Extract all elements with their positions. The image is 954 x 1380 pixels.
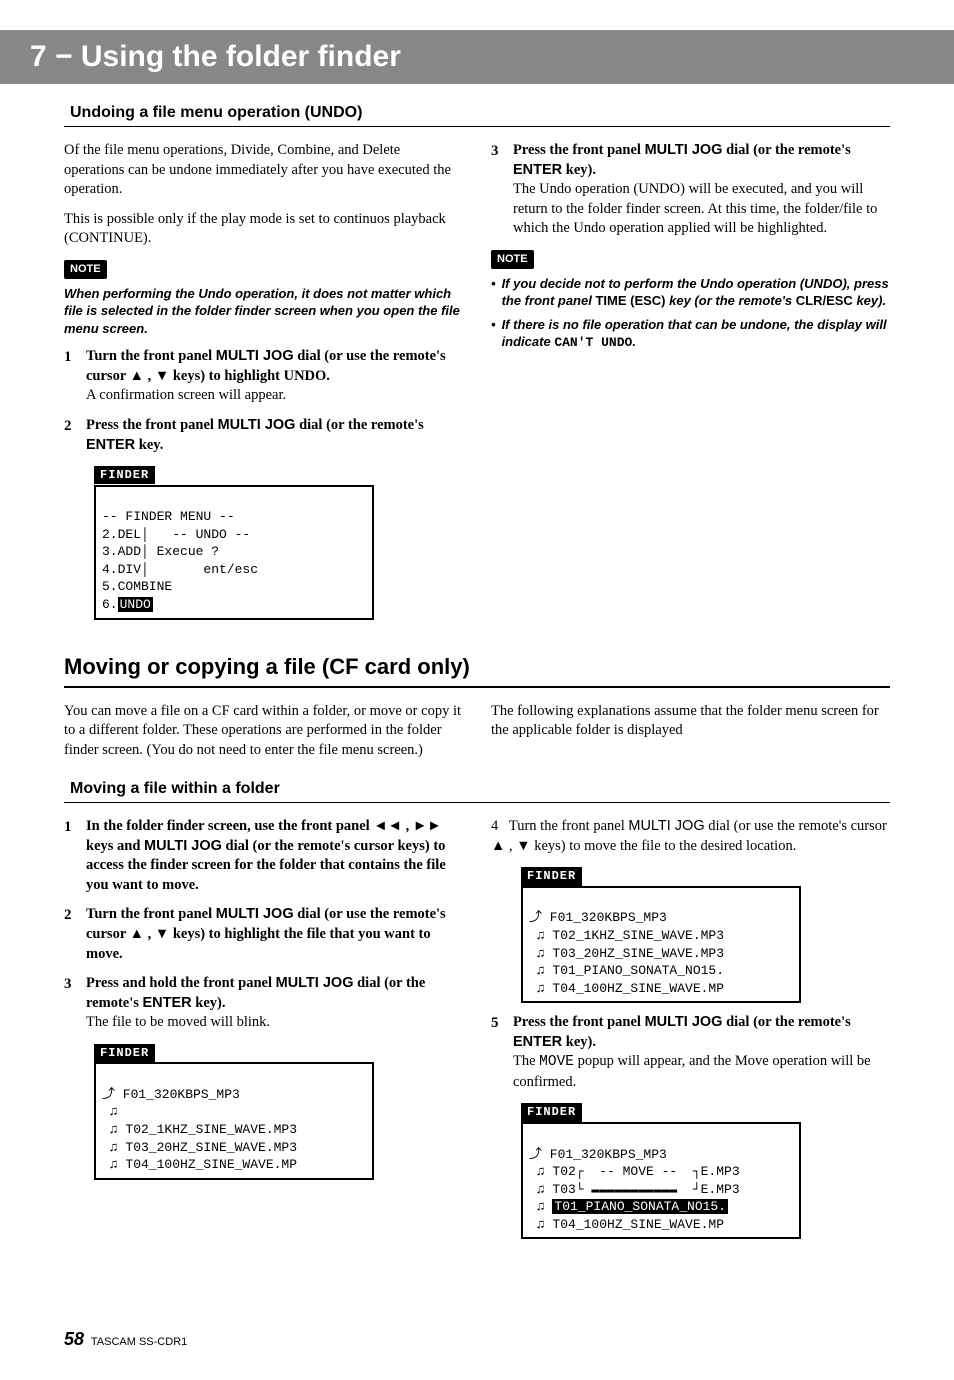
multi-jog-label: MULTI JOG [645,142,723,158]
step-text: Turn the front panel [86,348,216,364]
enter-key-label: ENTER [513,162,562,178]
lcd-screenshot-move-2: FINDER ⤴ F01_320KBPS_MP3 ♫ T02_1KHZ_SINE… [521,866,801,1003]
undo-step-1: 1 Turn the front panel MULTI JOG dial (o… [64,347,463,406]
time-esc-label: TIME (ESC) [595,293,665,308]
lcd-selected: UNDO [118,597,153,612]
page-number: 58 [64,1329,84,1349]
move-step-1: 1 In the folder finder screen, use the f… [64,817,463,895]
step-plain: The file to be moved will blink. [86,1013,463,1033]
lcd-line: 5.COMBINE [102,579,172,594]
move-step-2: 2 Turn the front panel MULTI JOG dial (o… [64,905,463,964]
bullet-text: key). [853,293,886,308]
note-bullet-2: If there is no file operation that can b… [491,316,890,352]
lcd-line: ♫ [102,1104,118,1119]
multi-jog-label: MULTI JOG [645,1014,723,1030]
move-intro-left: You can move a file on a CF card within … [64,702,463,761]
bullet-text: . [632,334,636,349]
step-text: Press the front panel [513,142,645,158]
lcd-line: 3.ADD│ Execue ? [102,544,219,559]
undo-step-2: 2 Press the front panel MULTI JOG dial (… [64,416,463,455]
lcd-line: ⤴ F01_320KBPS_MP3 [529,910,667,925]
step-number: 2 [64,416,86,455]
chapter-header: 7 − Using the folder finder [0,30,954,84]
lcd-line: ♫ T01_PIANO_SONATA_NO15. [529,963,724,978]
step-text: dial (or the remote's [295,417,423,433]
undo-heading: Undoing a file menu operation (UNDO) [64,104,890,127]
page-footer: 58 TASCAM SS-CDR1 [64,1329,187,1350]
multi-jog-label: MULTI JOG [216,348,294,364]
move-step-3: 3 Press and hold the front panel MULTI J… [64,974,463,1033]
move-heading: Moving or copying a file (CF card only) [64,654,890,688]
enter-key-label: ENTER [513,1034,562,1050]
step-number-inline: 4 [491,818,498,834]
lcd-line: ♫ T02_1KHZ_SINE_WAVE.MP3 [102,1122,297,1137]
step-number: 1 [64,347,86,406]
enter-key-label: ENTER [143,995,192,1011]
lcd-selected: T01_PIANO_SONATA_NO15. [552,1199,728,1214]
note-bullet-1: If you decide not to perform the Undo op… [491,275,890,310]
move-label: MOVE [539,1054,574,1070]
step-number: 5 [491,1013,513,1092]
lcd-line: ♫ T03└ ▬▬▬▬▬▬▬▬▬▬▬ ┘E.MP3 [529,1182,740,1197]
move-sub-heading: Moving a file within a folder [64,780,890,803]
lcd-line: ♫ T03_20HZ_SINE_WAVE.MP3 [529,946,724,961]
multi-jog-label: MULTI JOG [144,838,222,854]
footer-product: TASCAM SS-CDR1 [91,1336,187,1348]
step-text: Turn the front panel [509,818,628,834]
step-text: Turn the front panel [86,906,216,922]
lcd-title: FINDER [94,466,155,484]
lcd-screenshot-undo: FINDER -- FINDER MENU -- 2.DEL│ -- UNDO … [94,465,374,619]
step-number: 2 [64,905,86,964]
note-badge: NOTE [64,260,107,279]
lcd-line: ♫ T02_1KHZ_SINE_WAVE.MP3 [529,928,724,943]
step-number: 3 [491,141,513,239]
lcd-line: ♫ [529,1199,552,1214]
undo-intro-1: Of the file menu operations, Divide, Com… [64,141,463,200]
step-text: key). [192,995,226,1011]
step-text: key. [135,437,163,453]
lcd-screenshot-move-1: FINDER ⤴ F01_320KBPS_MP3 ♫ ♫ T02_1KHZ_SI… [94,1043,374,1180]
lcd-line: ♫ T02┌ -- MOVE -- ┐E.MP3 [529,1164,740,1179]
note-badge: NOTE [491,250,534,269]
lcd-title: FINDER [94,1044,155,1062]
step-text: Press the front panel [513,1014,645,1030]
move-intro-right: The following explanations assume that t… [491,702,890,741]
step-text: dial (or the remote's [722,1014,850,1030]
multi-jog-label: MULTI JOG [218,417,296,433]
step-plain: A confirmation screen will appear. [86,386,463,406]
undo-step-3: 3 Press the front panel MULTI JOG dial (… [491,141,890,239]
lcd-line: ♫ T03_20HZ_SINE_WAVE.MP3 [102,1140,297,1155]
move-step-5: 5 Press the front panel MULTI JOG dial (… [491,1013,890,1092]
lcd-title: FINDER [521,867,582,885]
lcd-title: FINDER [521,1103,582,1121]
step-number: 3 [64,974,86,1033]
bullet-text: key (or the remote's [666,293,796,308]
multi-jog-label: MULTI JOG [216,906,294,922]
undo-note-text: When performing the Undo operation, it d… [64,285,463,338]
step-text: Press the front panel [86,417,218,433]
multi-jog-label: MULTI JOG [628,818,704,834]
clr-esc-label: CLR/ESC [796,293,853,308]
multi-jog-label: MULTI JOG [276,975,354,991]
enter-key-label: ENTER [86,437,135,453]
step-text: Press and hold the front panel [86,975,276,991]
lcd-line: 2.DEL│ -- UNDO -- [102,527,250,542]
step-text: key). [562,162,596,178]
undo-intro-2: This is possible only if the play mode i… [64,210,463,249]
step-plain: The [513,1053,539,1069]
lcd-line: 4.DIV│ ent/esc [102,562,258,577]
lcd-line: -- FINDER MENU -- [102,509,235,524]
lcd-line: 6. [102,597,118,612]
lcd-line: ♫ T04_100HZ_SINE_WAVE.MP [529,981,724,996]
lcd-line: ⤴ F01_320KBPS_MP3 [102,1087,240,1102]
step-number: 1 [64,817,86,895]
step-text: key). [562,1034,596,1050]
step-plain: The Undo operation (UNDO) will be execut… [513,180,890,239]
lcd-screenshot-move-3: FINDER ⤴ F01_320KBPS_MP3 ♫ T02┌ -- MOVE … [521,1102,801,1239]
step-text: dial (or the remote's [722,142,850,158]
cant-undo-label: CAN'T UNDO [554,335,632,350]
lcd-line: ♫ T04_100HZ_SINE_WAVE.MP [529,1217,724,1232]
lcd-line: ⤴ F01_320KBPS_MP3 [529,1147,667,1162]
lcd-line: ♫ T04_100HZ_SINE_WAVE.MP [102,1157,297,1172]
